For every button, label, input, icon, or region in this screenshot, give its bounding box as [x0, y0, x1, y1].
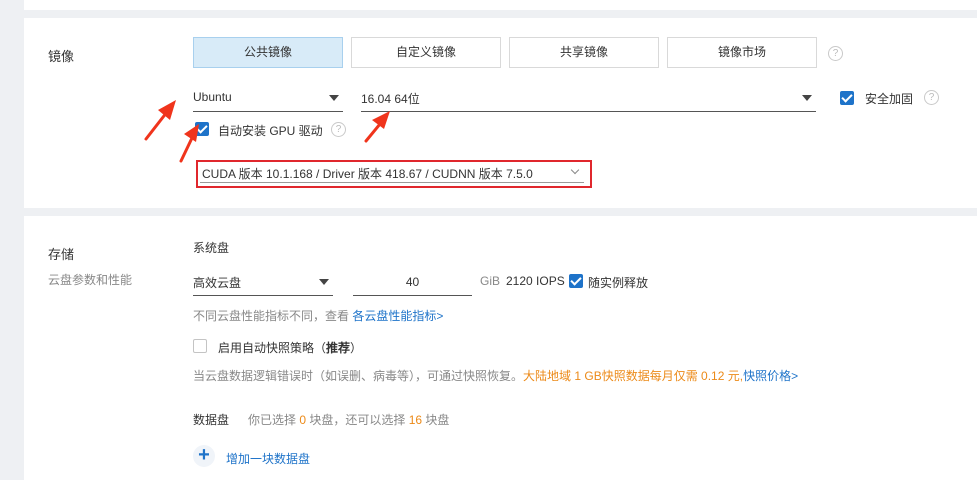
annotation-arrow-icon — [179, 136, 194, 163]
annotation-arrow-icon — [144, 110, 169, 141]
annotation-arrow-icon — [364, 122, 382, 143]
annotation-arrows — [144, 100, 390, 163]
annotation-arrowhead-icon — [372, 111, 390, 129]
annotation-arrowhead-icon — [158, 100, 176, 120]
